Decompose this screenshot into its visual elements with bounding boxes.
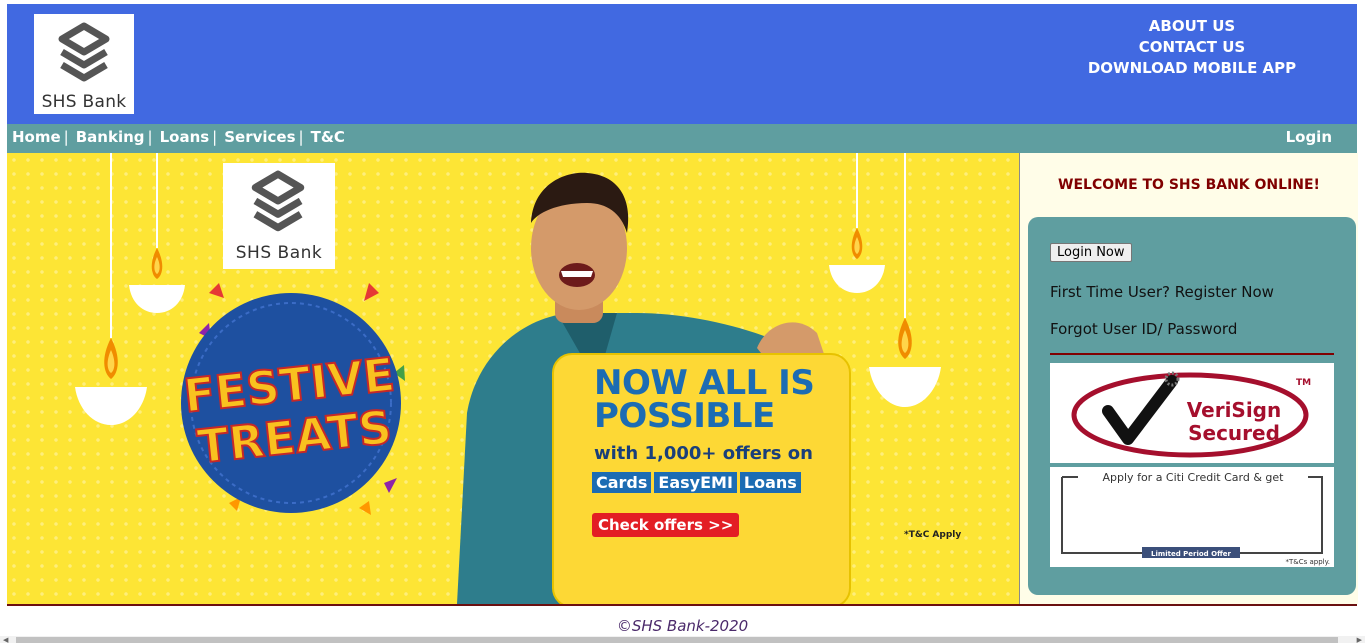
contact-us-link[interactable]: CONTACT US [1072,37,1312,58]
nav-tc[interactable]: T&C [311,128,345,146]
festive-treats-badge: FESTIVE TREATS [180,283,405,515]
scrollbar-thumb[interactable] [16,637,1338,643]
offer-title: NOW ALL IS POSSIBLE [594,366,815,436]
login-panel: Login Now First Time User? Register Now … [1028,217,1356,595]
horizontal-scrollbar[interactable]: ◀ ▶ [0,636,1365,644]
verisign-tm: TM [1296,378,1311,388]
citi-card-ad[interactable]: Apply for a Citi Credit Card & get Limit… [1050,467,1334,567]
offer-title-line-2: POSSIBLE [594,396,775,436]
forgot-credentials-link[interactable]: Forgot User ID/ Password [1050,320,1237,338]
verisign-line-1: VeriSign [1187,398,1281,422]
download-app-link[interactable]: DOWNLOAD MOBILE APP [1072,58,1312,79]
promo-banner[interactable]: SHS Bank FESTIVE TREATS NOW ALL IS POSSI… [7,153,1019,604]
bank-logo-text: SHS Bank [41,92,127,112]
nav-menu: Home | Banking | Loans | Services | T&C [12,128,345,146]
chip-easyemi: EasyEMI [654,472,737,493]
login-now-button[interactable]: Login Now [1050,243,1132,262]
verisign-line-2: Secured [1188,421,1280,445]
nav-services[interactable]: Services [224,128,295,146]
nav-separator: | [63,128,69,146]
nav-loans[interactable]: Loans [160,128,210,146]
register-link[interactable]: First Time User? Register Now [1050,283,1274,301]
nav-login[interactable]: Login [1286,128,1332,146]
verisign-check-icon: VeriSign Secured TM [1071,371,1311,458]
main-nav: Home | Banking | Loans | Services | T&C Login [7,124,1357,153]
welcome-heading: WELCOME TO SHS BANK ONLINE! [1058,177,1320,193]
citi-ad-frame: Apply for a Citi Credit Card & get Limit… [1061,471,1331,566]
footer-divider [7,604,1357,606]
bank-logo-icon [58,22,110,82]
panel-divider [1050,353,1334,355]
verisign-secured-seal[interactable]: VeriSign Secured TM [1050,363,1334,463]
chip-loans: Loans [739,472,801,493]
citi-ad-text: Apply for a Citi Credit Card & get [1103,471,1285,484]
bank-logo-icon [251,170,305,232]
offer-subtitle: with 1,000+ offers on [594,443,813,464]
about-us-link[interactable]: ABOUT US [1072,16,1312,37]
chip-cards: Cards [592,472,652,493]
nav-separator: | [147,128,153,146]
diya-lamp-icon [869,153,941,407]
header-links: ABOUT US CONTACT US DOWNLOAD MOBILE APP [1072,16,1312,79]
site-header: SHS Bank ABOUT US CONTACT US DOWNLOAD MO… [7,4,1357,124]
nav-home[interactable]: Home [12,128,61,146]
login-sidebar: WELCOME TO SHS BANK ONLINE! Login Now Fi… [1019,153,1358,604]
nav-banking[interactable]: Banking [76,128,145,146]
nav-separator: | [298,128,304,146]
footer-copyright: ©SHS Bank-2020 [616,617,749,635]
citi-tc: *T&Cs apply. [1286,558,1331,566]
offer-chips: Cards EasyEMI Loans [592,472,804,493]
banner-tc-note: *T&C Apply [904,530,962,540]
offer-card: NOW ALL IS POSSIBLE with 1,000+ offers o… [552,353,851,604]
citi-badge: Limited Period Offer [1151,550,1231,558]
diya-lamp-icon [75,153,147,425]
bank-logo[interactable]: SHS Bank [34,14,134,114]
check-offers-button[interactable]: Check offers >> [592,513,740,537]
nav-separator: | [212,128,218,146]
